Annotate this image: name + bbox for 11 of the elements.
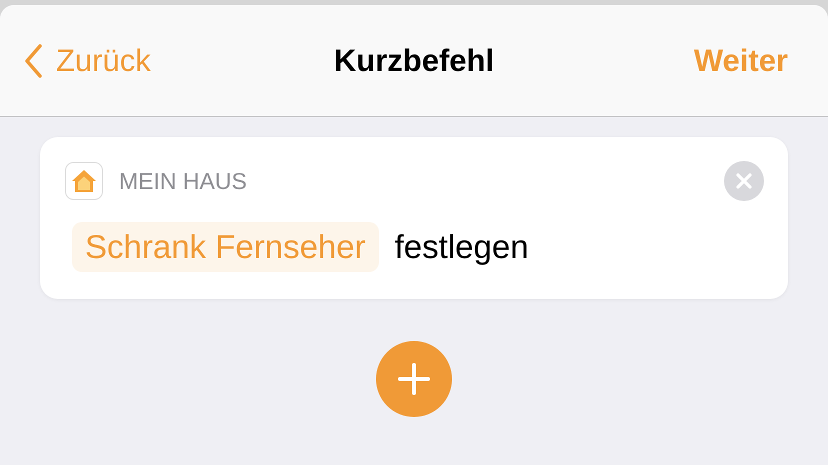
close-icon <box>735 172 753 190</box>
screen-title: Kurzbefehl <box>334 42 494 78</box>
back-button[interactable]: Zurück <box>24 42 151 78</box>
device-token[interactable]: Schrank Fernseher <box>72 222 379 272</box>
back-chevron-icon <box>24 44 42 78</box>
home-icon <box>65 162 103 200</box>
app-label: MEIN HAUS <box>119 168 248 194</box>
next-button[interactable]: Weiter <box>694 42 788 78</box>
close-button[interactable] <box>724 161 764 201</box>
plus-icon <box>397 362 431 396</box>
action-text: festlegen <box>394 228 529 266</box>
